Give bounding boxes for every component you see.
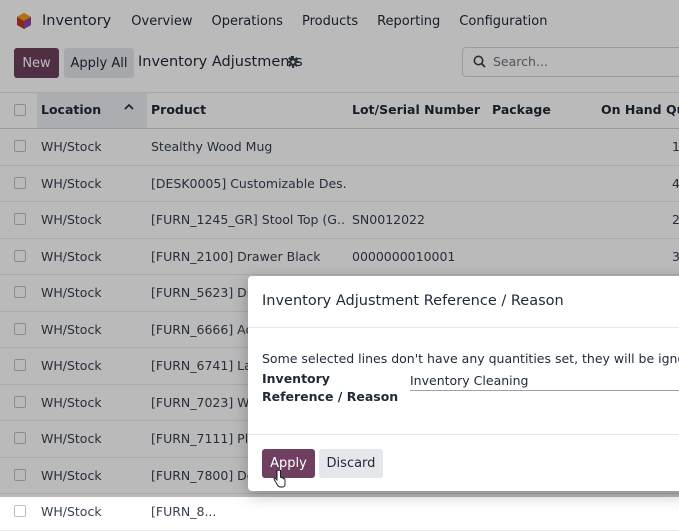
mouse-cursor-icon [272, 469, 286, 491]
row-checkbox[interactable] [14, 505, 26, 517]
apply-button[interactable]: Apply [262, 449, 315, 478]
adjustment-reason-dialog: Inventory Adjustment Reference / Reason … [248, 276, 679, 491]
reference-field-label: Inventory Reference / Reason [262, 371, 399, 404]
table-row[interactable]: WH/Stock [FURN_8... [0, 494, 679, 531]
dialog-header-divider [248, 327, 679, 328]
cell-product: [FURN_8... [151, 504, 217, 519]
dialog-footer-divider [248, 434, 679, 435]
cell-location: WH/Stock [41, 504, 102, 519]
dialog-title: Inventory Adjustment Reference / Reason [262, 293, 564, 309]
discard-button[interactable]: Discard [319, 449, 383, 478]
dialog-message: Some selected lines don't have any quant… [262, 351, 679, 366]
reference-input[interactable] [410, 370, 679, 391]
